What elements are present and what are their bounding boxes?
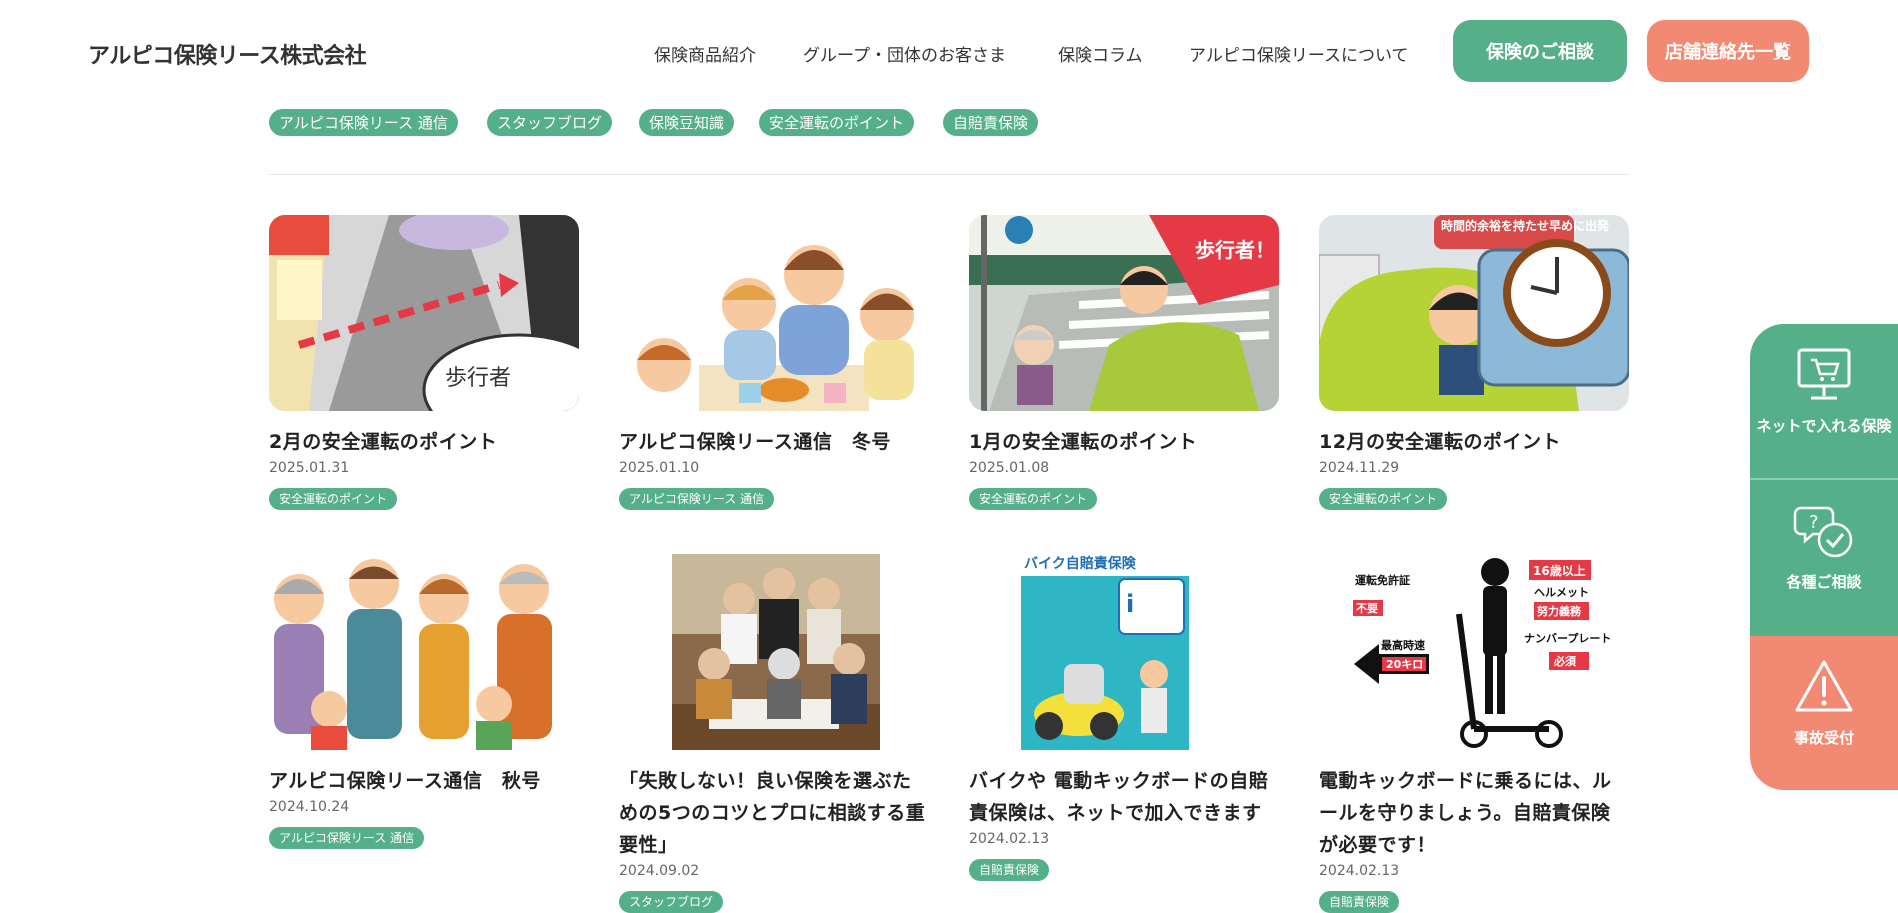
post-tag[interactable]: スタッフブログ: [619, 891, 724, 913]
post-tag[interactable]: 自賠責保険: [1319, 891, 1400, 913]
post-thumbnail[interactable]: [269, 554, 579, 750]
side-accident-report[interactable]: 事故受付: [1750, 636, 1898, 790]
category-chip-compulsory[interactable]: 自賠責保険: [943, 109, 1039, 136]
post-date: 2025.01.08: [969, 460, 1050, 476]
post-card[interactable]: 歩行者！ 1月の安全運転のポイント 2025.01.08 安全運転のポイント: [969, 215, 1279, 510]
nav-column[interactable]: 保険コラム: [1058, 41, 1143, 66]
post-tag[interactable]: 安全運転のポイント: [969, 488, 1098, 510]
side-online-insurance-label: ネットで入れる保険: [1756, 417, 1892, 435]
post-date: 2024.10.24: [269, 799, 350, 815]
post-tag[interactable]: 自賠責保険: [969, 859, 1050, 881]
side-consultation-label: 各種ご相談: [1786, 573, 1862, 591]
post-date: 2024.11.29: [1319, 460, 1400, 476]
svg-text:努力義務: 努力義務: [1537, 604, 1582, 618]
post-title[interactable]: アルピコ保険リース通信 冬号: [619, 426, 929, 458]
post-thumbnail[interactable]: 16歳以上 運転免許証 不要 ヘルメット 努力義務 最高時速 20キロ ナンバー…: [1319, 554, 1629, 750]
post-card[interactable]: 16歳以上 運転免許証 不要 ヘルメット 努力義務 最高時速 20キロ ナンバー…: [1319, 554, 1629, 913]
post-date: 2024.02.13: [969, 831, 1050, 847]
nav-groups[interactable]: グループ・団体のお客さま: [803, 41, 1006, 66]
warning-icon: [1795, 660, 1853, 712]
post-date: 2024.09.02: [619, 863, 700, 879]
post-date: 2025.01.31: [269, 460, 350, 476]
nav-products[interactable]: 保険商品紹介: [654, 41, 756, 66]
post-title[interactable]: 1月の安全運転のポイント: [969, 426, 1279, 458]
svg-text:不要: 不要: [1356, 602, 1378, 615]
post-thumbnail[interactable]: 歩行者: [269, 215, 579, 411]
crosswalk-illustration-icon: 歩行者！: [969, 215, 1279, 411]
post-title[interactable]: アルピコ保険リース通信 秋号: [269, 765, 579, 797]
post-title[interactable]: 電動キックボードに乗るには、ルールを守りましょう。自賠責保険が必要です！: [1319, 765, 1629, 861]
family-group-illustration-icon: [269, 554, 579, 750]
category-chip-safe-driving[interactable]: 安全運転のポイント: [759, 109, 915, 136]
consultation-photo-icon: [619, 554, 929, 750]
post-card[interactable]: バイク自賠責保険 i バイクや 電動キックボードの自賠責保険は、ネットで加入でき…: [969, 554, 1279, 881]
post-card[interactable]: 時間的余裕を持たせ早めに出発 12月の安全運転のポイント 2024.11.29 …: [1319, 215, 1629, 510]
side-floating-panel: ネットで入れる保険 ? 各種ご相談 事故受付: [1750, 324, 1898, 790]
post-title[interactable]: 「失敗しない！良い保険を選ぶための5つのコツとプロに相談する重要性」: [619, 765, 929, 861]
consult-button[interactable]: 保険のご相談: [1453, 20, 1627, 82]
store-contacts-button[interactable]: 店舗連絡先一覧: [1647, 20, 1809, 82]
svg-text:歩行者！: 歩行者！: [1195, 238, 1275, 262]
kickboard-rules-illustration-icon: 16歳以上 運転免許証 不要 ヘルメット 努力義務 最高時速 20キロ ナンバー…: [1319, 554, 1629, 750]
post-thumbnail[interactable]: バイク自賠責保険 i: [969, 554, 1279, 750]
nav-about[interactable]: アルピコ保険リースについて: [1189, 41, 1408, 66]
svg-text:20キロ: 20キロ: [1386, 658, 1423, 671]
svg-text:ヘルメット: ヘルメット: [1534, 586, 1589, 599]
post-thumbnail[interactable]: 歩行者！: [969, 215, 1279, 411]
svg-text:時間的余裕を持たせ早めに出発: 時間的余裕を持たせ早めに出発: [1441, 218, 1610, 233]
post-tag[interactable]: 安全運転のポイント: [269, 488, 398, 510]
side-accident-label: 事故受付: [1793, 729, 1854, 747]
svg-text:?: ?: [1809, 512, 1819, 533]
consult-bubble-icon: ?: [1793, 506, 1853, 558]
side-online-insurance[interactable]: ネットで入れる保険: [1750, 324, 1898, 480]
svg-text:16歳以上: 16歳以上: [1533, 563, 1586, 578]
category-chip-insurance-tips[interactable]: 保険豆知識: [639, 109, 735, 136]
post-thumbnail[interactable]: 時間的余裕を持たせ早めに出発: [1319, 215, 1629, 411]
post-date: 2024.02.13: [1319, 863, 1400, 879]
bike-insurance-flyer-icon: バイク自賠責保険 i: [969, 554, 1279, 750]
post-title[interactable]: 12月の安全運転のポイント: [1319, 426, 1629, 458]
post-date: 2025.01.10: [619, 460, 700, 476]
post-thumbnail[interactable]: [619, 215, 929, 411]
svg-text:最高時速: 最高時速: [1381, 638, 1425, 652]
post-card[interactable]: アルピコ保険リース通信 冬号 2025.01.10 アルピコ保険リース 通信: [619, 215, 929, 510]
post-tag[interactable]: アルピコ保険リース 通信: [619, 488, 775, 510]
site-header: アルピコ保険リース株式会社 保険商品紹介 グループ・団体のお客さま 保険コラム …: [0, 0, 1898, 103]
post-card[interactable]: アルピコ保険リース通信 秋号 2024.10.24 アルピコ保険リース 通信: [269, 554, 579, 849]
category-chip-staff-blog[interactable]: スタッフブログ: [487, 109, 613, 136]
post-thumbnail[interactable]: [619, 554, 929, 750]
post-tag[interactable]: 安全運転のポイント: [1319, 488, 1448, 510]
svg-text:必須: 必須: [1553, 654, 1577, 668]
family-table-illustration-icon: [619, 215, 929, 411]
clock-driver-illustration-icon: 時間的余裕を持たせ早めに出発: [1319, 215, 1629, 411]
post-title[interactable]: 2月の安全運転のポイント: [269, 426, 579, 458]
side-consultation[interactable]: ? 各種ご相談: [1750, 480, 1898, 636]
post-card[interactable]: 歩行者 2月の安全運転のポイント 2025.01.31 安全運転のポイント: [269, 215, 579, 510]
post-title[interactable]: バイクや 電動キックボードの自賠責保険は、ネットで加入できます: [969, 765, 1279, 829]
svg-text:歩行者: 歩行者: [445, 366, 511, 391]
post-tag[interactable]: アルピコ保険リース 通信: [269, 827, 425, 849]
cart-monitor-icon: [1797, 348, 1851, 400]
street-illustration-icon: 歩行者: [269, 215, 579, 411]
post-card[interactable]: 「失敗しない！良い保険を選ぶための5つのコツとプロに相談する重要性」 2024.…: [619, 554, 929, 913]
svg-text:i: i: [1126, 590, 1134, 618]
site-logo[interactable]: アルピコ保険リース株式会社: [88, 38, 367, 70]
svg-text:運転免許証: 運転免許証: [1355, 573, 1410, 587]
svg-text:ナンバープレート: ナンバープレート: [1524, 631, 1611, 645]
section-divider: [269, 174, 1629, 175]
category-chip-newsletter[interactable]: アルピコ保険リース 通信: [269, 109, 458, 136]
svg-text:バイク自賠責保険: バイク自賠責保険: [1024, 555, 1137, 572]
